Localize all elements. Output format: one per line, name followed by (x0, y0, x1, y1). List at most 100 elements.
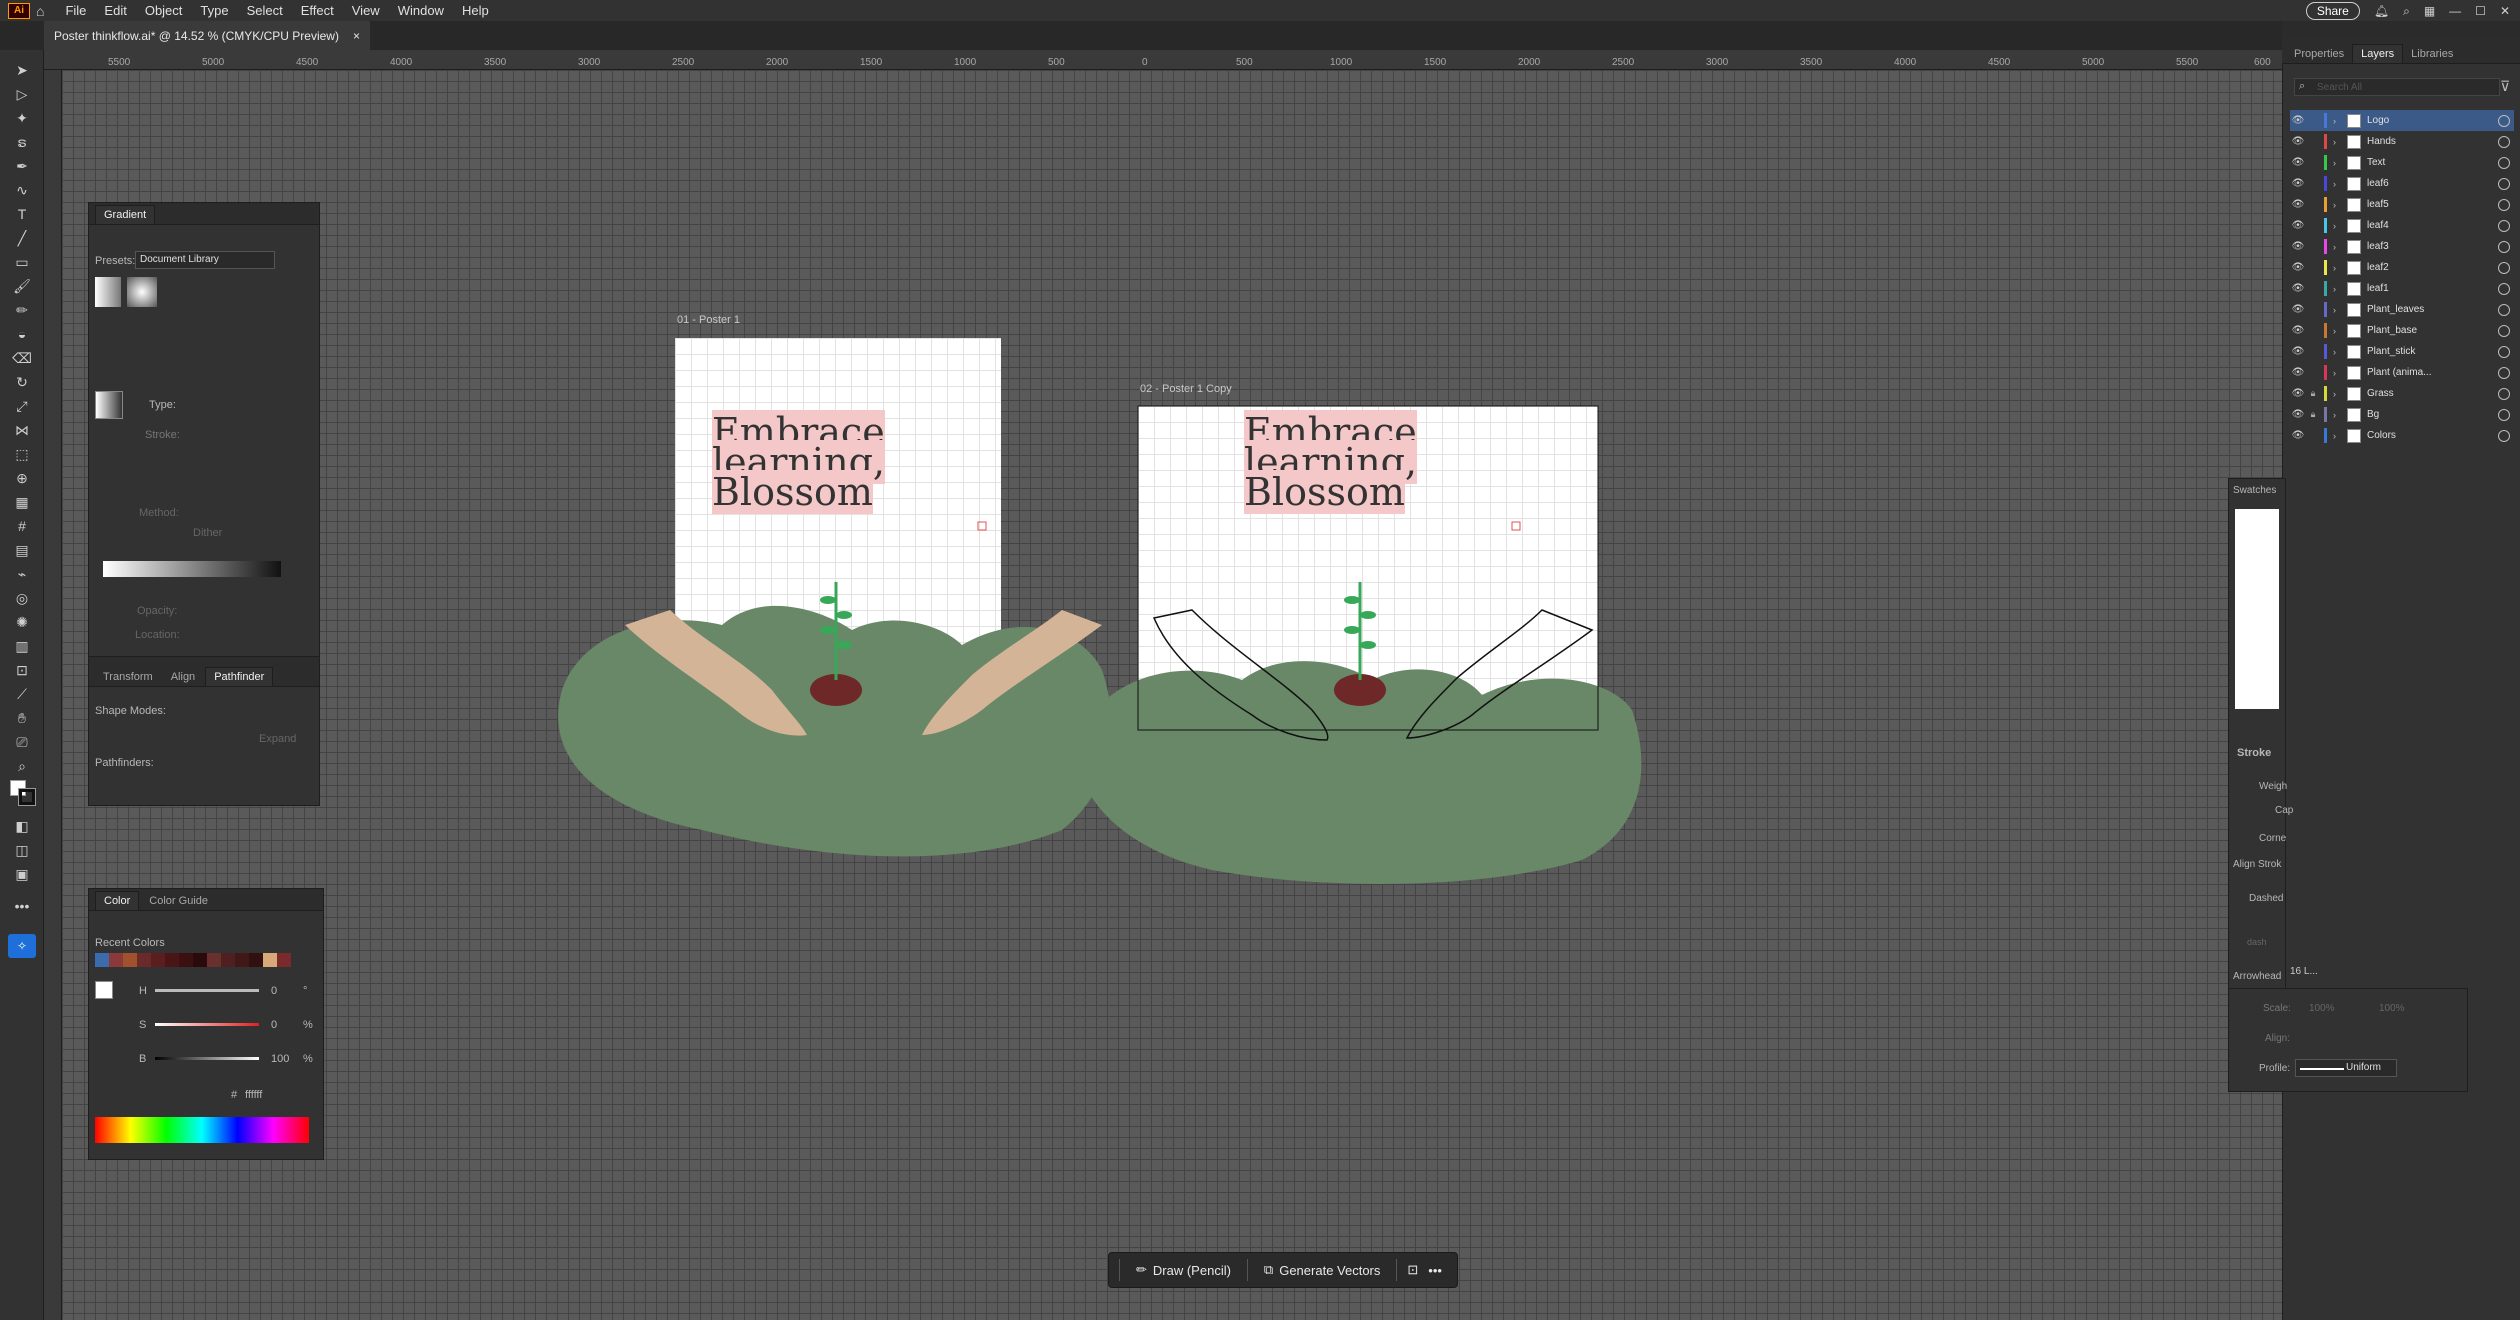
width-tool-icon[interactable]: ⋈ (12, 420, 32, 440)
target-circle-icon[interactable] (2498, 219, 2510, 232)
s-slider[interactable] (155, 1023, 259, 1026)
search-icon[interactable]: ⌕ (2403, 4, 2410, 19)
image-trace-icon[interactable]: ⊡ (1407, 1262, 1418, 1278)
expand-arrow-icon[interactable]: › (2333, 284, 2343, 294)
target-circle-icon[interactable] (2498, 324, 2510, 337)
hand-tool-icon[interactable]: ✋︎ (12, 708, 32, 728)
target-circle-icon[interactable] (2498, 177, 2510, 190)
layer-name[interactable]: Logo (2367, 115, 2498, 126)
layers-tab[interactable]: Layers (2352, 44, 2404, 63)
recent-color-swatch[interactable] (95, 953, 109, 967)
layer-name[interactable]: leaf5 (2367, 199, 2498, 210)
h-value[interactable]: 0 (271, 985, 277, 997)
layer-name[interactable]: leaf3 (2367, 241, 2498, 252)
target-circle-icon[interactable] (2498, 114, 2510, 127)
linear-gradient-swatch[interactable] (95, 277, 121, 307)
layer-row[interactable]: 👁︎ › Plant (anima... (2290, 362, 2514, 383)
visibility-eye-icon[interactable]: 👁︎ (2290, 283, 2306, 294)
expand-arrow-icon[interactable]: › (2333, 410, 2343, 420)
color-tab[interactable]: Color (95, 891, 140, 910)
maximize-icon[interactable]: ☐ (2475, 4, 2486, 18)
libraries-tab[interactable]: Libraries (2403, 45, 2461, 63)
recent-color-swatch[interactable] (221, 953, 235, 967)
gradient-tool-icon[interactable]: ▤ (12, 540, 32, 560)
expand-arrow-icon[interactable]: › (2333, 200, 2343, 210)
expand-button[interactable]: Expand (259, 733, 296, 745)
generative-ai-icon[interactable]: ✧ (8, 934, 36, 958)
presets-dropdown[interactable]: Document Library (135, 251, 275, 269)
visibility-eye-icon[interactable]: 👁︎ (2290, 178, 2306, 189)
eyedropper-tool-icon[interactable]: ⌁ (12, 564, 32, 584)
recent-color-swatch[interactable] (151, 953, 165, 967)
menu-help[interactable]: Help (453, 3, 498, 18)
recent-color-swatch[interactable] (249, 953, 263, 967)
visibility-eye-icon[interactable]: 👁︎ (2290, 199, 2306, 210)
expand-arrow-icon[interactable]: › (2333, 137, 2343, 147)
artwork-illustration[interactable] (62, 70, 2282, 1320)
expand-arrow-icon[interactable]: › (2333, 221, 2343, 231)
eraser-tool-icon[interactable]: ⌫ (12, 348, 32, 368)
target-circle-icon[interactable] (2498, 366, 2510, 379)
visibility-eye-icon[interactable]: 👁︎ (2290, 430, 2306, 441)
generate-vectors-button[interactable]: ⧉ Generate Vectors (1258, 1258, 1386, 1282)
visibility-eye-icon[interactable]: 👁︎ (2290, 304, 2306, 315)
target-circle-icon[interactable] (2498, 387, 2510, 400)
brush-swatches-list[interactable] (2235, 509, 2279, 709)
layer-name[interactable]: leaf1 (2367, 283, 2498, 294)
visibility-eye-icon[interactable]: 👁︎ (2290, 262, 2306, 273)
layer-name[interactable]: leaf4 (2367, 220, 2498, 231)
layer-name[interactable]: Hands (2367, 136, 2498, 147)
scale-tool-icon[interactable]: ⤢ (12, 396, 32, 416)
layer-name[interactable]: Plant_stick (2367, 346, 2498, 357)
layer-name[interactable]: Plant (anima... (2367, 367, 2498, 378)
recent-color-swatch[interactable] (165, 953, 179, 967)
menu-effect[interactable]: Effect (292, 3, 343, 18)
layer-row[interactable]: 👁︎ › leaf4 (2290, 215, 2514, 236)
expand-arrow-icon[interactable]: › (2333, 242, 2343, 252)
expand-arrow-icon[interactable]: › (2333, 326, 2343, 336)
menu-view[interactable]: View (343, 3, 389, 18)
menu-select[interactable]: Select (238, 3, 292, 18)
target-circle-icon[interactable] (2498, 303, 2510, 316)
mesh-tool-icon[interactable]: # (12, 516, 32, 536)
color-guide-tab[interactable]: Color Guide (141, 892, 216, 910)
visibility-eye-icon[interactable]: 👁︎ (2290, 157, 2306, 168)
layers-search-input[interactable]: ⌕ Search All (2294, 78, 2500, 96)
layer-row[interactable]: 👁︎ › Hands (2290, 131, 2514, 152)
direct-selection-tool-icon[interactable]: ▷ (12, 84, 32, 104)
gradient-tab[interactable]: Gradient (95, 205, 156, 224)
rectangle-tool-icon[interactable]: ▭ (12, 252, 32, 272)
target-circle-icon[interactable] (2498, 156, 2510, 169)
recent-color-swatch[interactable] (193, 953, 207, 967)
close-window-icon[interactable]: ✕ (2500, 4, 2510, 18)
curvature-tool-icon[interactable]: ∿ (12, 180, 32, 200)
poster-1-headline[interactable]: Embrace learning, Blossom (712, 410, 885, 514)
draw-mode-icon[interactable]: ◫ (12, 840, 32, 860)
slice-tool-icon[interactable]: ⟋ (12, 684, 32, 704)
expand-arrow-icon[interactable]: › (2333, 179, 2343, 189)
target-circle-icon[interactable] (2498, 345, 2510, 358)
document-tab[interactable]: Poster thinkflow.ai* @ 14.52 % (CMYK/CPU… (44, 21, 370, 50)
target-circle-icon[interactable] (2498, 240, 2510, 253)
symbol-sprayer-tool-icon[interactable]: ✺ (12, 612, 32, 632)
pathfinder-tab[interactable]: Pathfinder (205, 667, 274, 686)
pencil-tool-icon[interactable]: ✏ (12, 300, 32, 320)
profile-dropdown[interactable]: Uniform (2295, 1059, 2397, 1077)
layer-row[interactable]: 👁︎ › leaf5 (2290, 194, 2514, 215)
target-circle-icon[interactable] (2498, 198, 2510, 211)
layer-row[interactable]: 👁︎ › leaf2 (2290, 257, 2514, 278)
layer-row[interactable]: 👁︎ › leaf1 (2290, 278, 2514, 299)
layer-name[interactable]: Grass (2367, 388, 2498, 399)
visibility-eye-icon[interactable]: 👁︎ (2290, 346, 2306, 357)
paintbrush-tool-icon[interactable]: 🖌︎ (12, 276, 32, 296)
home-icon[interactable]: ⌂ (36, 3, 44, 19)
recent-color-swatch[interactable] (137, 953, 151, 967)
target-circle-icon[interactable] (2498, 135, 2510, 148)
minimize-icon[interactable]: — (2449, 4, 2461, 18)
b-slider[interactable] (155, 1057, 259, 1060)
draw-pencil-button[interactable]: ✏ Draw (Pencil) (1130, 1258, 1237, 1282)
expand-arrow-icon[interactable]: › (2333, 347, 2343, 357)
radial-gradient-swatch[interactable] (127, 277, 157, 307)
color-mode-icon[interactable]: ◧ (12, 816, 32, 836)
selection-tool-icon[interactable]: ➤ (12, 60, 32, 80)
